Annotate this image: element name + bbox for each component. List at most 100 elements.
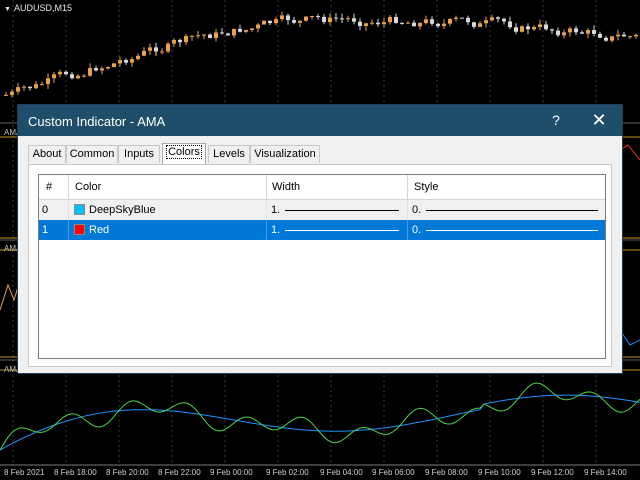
- candle-body: [148, 47, 152, 51]
- style-value[interactable]: 0.: [412, 204, 421, 216]
- candle-body: [310, 15, 314, 17]
- candle-body: [220, 32, 224, 34]
- close-button[interactable]: ✕: [588, 110, 610, 130]
- candle-body: [166, 43, 170, 52]
- candle-body: [124, 60, 128, 63]
- candle-body: [190, 35, 194, 37]
- style-value[interactable]: 0.: [412, 224, 421, 236]
- color-swatch[interactable]: [74, 204, 85, 215]
- candle-body: [322, 16, 326, 23]
- column-header-style[interactable]: Style: [414, 181, 438, 193]
- candle-body: [136, 55, 140, 60]
- tab-common[interactable]: Common: [66, 145, 118, 163]
- width-value[interactable]: 1.: [271, 204, 280, 216]
- candle-body: [592, 30, 596, 34]
- candle-body: [418, 23, 422, 27]
- candle-body: [454, 17, 458, 19]
- time-label: 8 Feb 22:00: [158, 468, 201, 477]
- tab-colors[interactable]: Colors: [162, 143, 206, 164]
- column-header-index[interactable]: #: [46, 181, 52, 193]
- candle-body: [484, 20, 488, 24]
- candle-body: [352, 18, 356, 22]
- colors-panel: # Color Width Style 0 DeepSkyBlue 1. 0.: [28, 164, 612, 367]
- candle-body: [328, 17, 332, 23]
- candle-body: [370, 22, 374, 24]
- time-label: 9 Feb 06:00: [372, 468, 415, 477]
- candle-body: [610, 36, 614, 41]
- color-swatch[interactable]: [74, 224, 85, 235]
- dialog-titlebar[interactable]: Custom Indicator - AMA ? ✕: [18, 105, 622, 136]
- candle-body: [508, 21, 512, 28]
- candle-body: [4, 94, 8, 96]
- time-label: 9 Feb 12:00: [531, 468, 574, 477]
- row-index: 0: [42, 204, 49, 216]
- candle-body: [574, 28, 578, 33]
- candle-body: [238, 28, 242, 32]
- candle-body: [400, 22, 404, 24]
- candle-body: [604, 37, 608, 41]
- candle-body: [244, 29, 248, 32]
- candle-body: [172, 39, 176, 44]
- candle-body: [382, 22, 386, 25]
- candle-body: [634, 34, 638, 37]
- candle-body: [214, 32, 218, 39]
- table-row-selected[interactable]: 1 Red 1. 0.: [39, 220, 605, 240]
- candle-body: [268, 20, 272, 24]
- candle-body: [550, 29, 554, 31]
- candle-body: [130, 59, 134, 63]
- candle-body: [100, 68, 104, 71]
- candle-body: [304, 16, 308, 21]
- candle-body: [34, 84, 38, 89]
- color-name[interactable]: Red: [89, 224, 109, 236]
- candle-body: [178, 39, 182, 43]
- candle-body: [430, 19, 434, 24]
- candle-body: [460, 17, 464, 19]
- candle-body: [316, 15, 320, 17]
- row-index: 1: [42, 224, 49, 236]
- candle-body: [298, 20, 302, 23]
- candle-body: [262, 20, 266, 25]
- color-name[interactable]: DeepSkyBlue: [89, 204, 156, 216]
- candle-body: [154, 47, 158, 52]
- symbol-dropdown-icon[interactable]: ▼: [4, 6, 11, 13]
- width-value[interactable]: 1.: [271, 224, 280, 236]
- candle-body: [424, 19, 428, 24]
- time-label: 9 Feb 04:00: [320, 468, 363, 477]
- candle-body: [346, 18, 350, 20]
- candle-body: [28, 86, 32, 89]
- candle-body: [472, 22, 476, 27]
- candle-body: [622, 34, 626, 37]
- candle-body: [514, 27, 518, 32]
- candle-body: [538, 24, 542, 27]
- candle-body: [274, 19, 278, 24]
- candle-body: [58, 71, 62, 75]
- style-line-sample: [426, 230, 598, 231]
- help-button[interactable]: ?: [548, 110, 564, 130]
- tab-inputs[interactable]: Inputs: [118, 145, 160, 163]
- candle-body: [232, 28, 236, 36]
- candle-body: [106, 67, 110, 69]
- width-line-sample: [285, 210, 399, 211]
- time-label: 8 Feb 18:00: [54, 468, 97, 477]
- time-label: 9 Feb 02:00: [266, 468, 309, 477]
- table-header: # Color Width Style: [39, 175, 605, 200]
- chart-symbol-label: ▼ AUDUSD,M15: [4, 3, 72, 13]
- candle-body: [532, 26, 536, 30]
- candle-body: [112, 63, 116, 68]
- table-row[interactable]: 0 DeepSkyBlue 1. 0.: [39, 200, 605, 220]
- candle-body: [118, 60, 122, 64]
- tab-about[interactable]: About: [28, 145, 66, 163]
- tab-visualization[interactable]: Visualization: [250, 145, 320, 163]
- candle-body: [226, 33, 230, 36]
- candle-body: [442, 23, 446, 27]
- column-header-color[interactable]: Color: [75, 181, 101, 193]
- tab-levels[interactable]: Levels: [208, 145, 250, 163]
- candle-body: [202, 34, 206, 36]
- column-header-width[interactable]: Width: [272, 181, 300, 193]
- candle-body: [358, 21, 362, 27]
- candle-body: [388, 16, 392, 23]
- candle-body: [466, 17, 470, 23]
- candle-body: [628, 36, 632, 38]
- candle-body: [46, 78, 50, 85]
- candle-body: [22, 86, 26, 88]
